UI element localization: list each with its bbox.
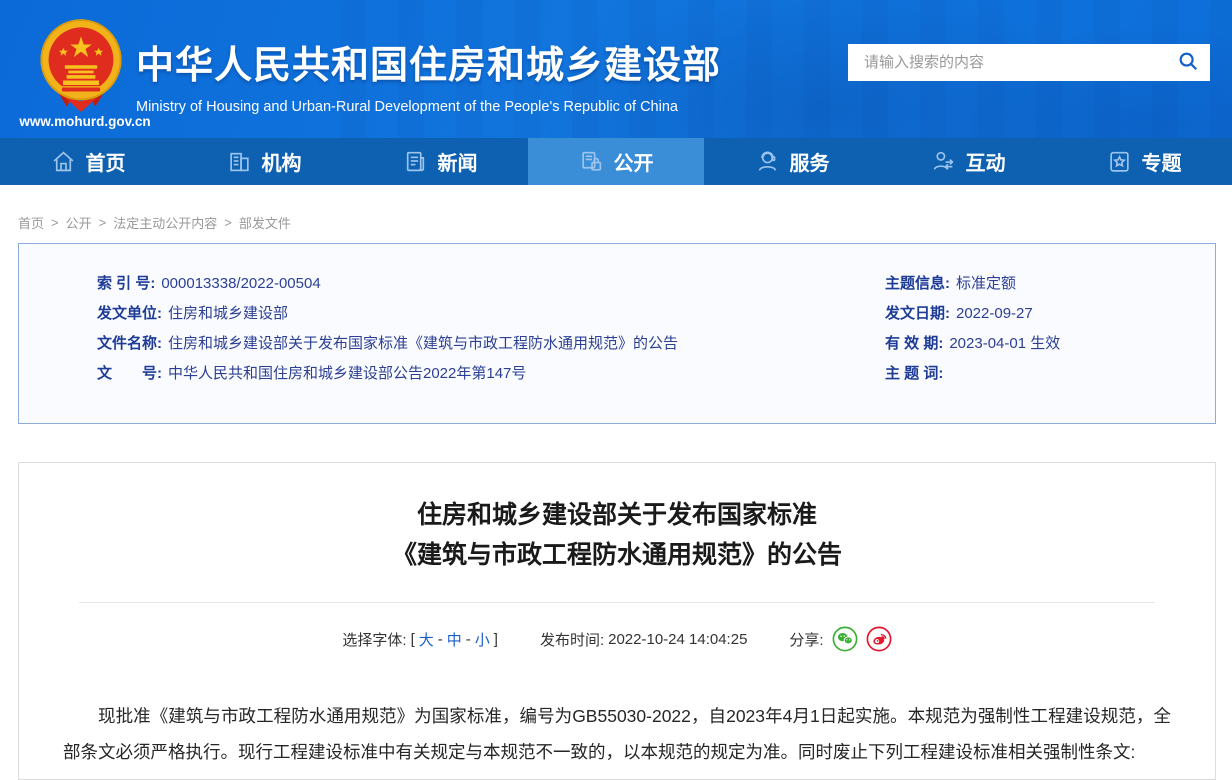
wechat-share-icon[interactable] <box>832 626 858 652</box>
breadcrumb-separator: > <box>224 215 232 230</box>
nav-label: 互动 <box>966 147 1006 176</box>
info-row-index-number: 索 引 号: 000013338/2022-00504 <box>97 269 885 299</box>
info-row-keywords: 主 题 词: <box>885 359 1215 389</box>
disclosure-icon <box>579 149 604 174</box>
weibo-share-icon[interactable] <box>866 626 892 652</box>
nav-item-topics[interactable]: 专题 <box>1056 138 1232 185</box>
info-value: 住房和城乡建设部 <box>168 299 288 329</box>
site-title: 中华人民共和国住房和城乡建设部 <box>136 34 721 89</box>
breadcrumb-separator: > <box>51 215 59 230</box>
site-subtitle-en: Ministry of Housing and Urban-Rural Deve… <box>136 99 721 115</box>
search-box <box>848 44 1210 81</box>
info-value: 2022-09-27 <box>956 299 1033 329</box>
info-value: 标准定额 <box>956 269 1016 299</box>
info-label: 主 题 词: <box>885 359 943 389</box>
article-title-line1: 住房和城乡建设部关于发布国家标准 <box>19 495 1215 535</box>
service-agent-icon <box>755 149 780 174</box>
info-row-issue-date: 发文日期: 2022-09-27 <box>885 299 1215 329</box>
interaction-icon <box>931 149 956 174</box>
info-row-document-title: 文件名称: 住房和城乡建设部关于发布国家标准《建筑与市政工程防水通用规范》的公告 <box>97 329 885 359</box>
nav-label: 公开 <box>614 147 654 176</box>
breadcrumb-statutory-content[interactable]: 法定主动公开内容 <box>113 213 217 232</box>
home-icon <box>51 149 76 174</box>
share-label: 分享: <box>789 629 823 650</box>
nav-label: 新闻 <box>438 147 478 176</box>
breadcrumb-disclosure[interactable]: 公开 <box>66 213 92 232</box>
dash: - <box>438 631 443 648</box>
building-icon <box>227 149 252 174</box>
info-label: 文 号: <box>97 359 162 389</box>
article-body-paragraph: 现批准《建筑与市政工程防水通用规范》为国家标准，编号为GB55030-2022，… <box>63 698 1171 770</box>
info-label: 主题信息: <box>885 269 950 299</box>
breadcrumb-current-page: 部发文件 <box>239 213 291 232</box>
article-panel: 住房和城乡建设部关于发布国家标准 《建筑与市政工程防水通用规范》的公告 选择字体… <box>18 462 1216 780</box>
font-select-label: 选择字体: <box>342 629 406 650</box>
search-button[interactable] <box>1166 44 1210 81</box>
info-row-effective-date: 有 效 期: 2023-04-01 生效 <box>885 329 1215 359</box>
star-badge-icon <box>1107 149 1132 174</box>
publish-time-label: 发布时间: <box>540 629 604 650</box>
font-size-small-link[interactable]: 小 <box>475 629 490 650</box>
info-label: 有 效 期: <box>885 329 943 359</box>
font-size-large-link[interactable]: 大 <box>419 629 434 650</box>
breadcrumb: 首页 > 公开 > 法定主动公开内容 > 部发文件 <box>0 185 1232 243</box>
bracket: ] <box>494 631 498 648</box>
publish-time-value: 2022-10-24 14:04:25 <box>608 631 747 648</box>
nav-item-interaction[interactable]: 互动 <box>880 138 1056 185</box>
info-value: 中华人民共和国住房和城乡建设部公告2022年第147号 <box>168 359 526 389</box>
site-header: www.mohurd.gov.cn 中华人民共和国住房和城乡建设部 Minist… <box>0 0 1232 138</box>
title-divider <box>79 602 1155 603</box>
article-meta-row: 选择字体: [ 大 - 中 - 小 ] 发布时间: 2022-10-24 14:… <box>19 626 1215 652</box>
news-icon <box>403 149 428 174</box>
nav-item-disclosure[interactable]: 公开 <box>528 138 704 185</box>
search-input[interactable] <box>848 44 1166 81</box>
info-value: 000013338/2022-00504 <box>161 269 320 299</box>
breadcrumb-home[interactable]: 首页 <box>18 213 44 232</box>
nav-item-org[interactable]: 机构 <box>176 138 352 185</box>
article-title-line2: 《建筑与市政工程防水通用规范》的公告 <box>19 535 1215 575</box>
nav-item-services[interactable]: 服务 <box>704 138 880 185</box>
nav-label: 机构 <box>262 147 302 176</box>
main-navigation: 首页 机构 新闻 公开 <box>0 138 1232 185</box>
info-row-topic-info: 主题信息: 标准定额 <box>885 269 1215 299</box>
document-info-panel: 索 引 号: 000013338/2022-00504 发文单位: 住房和城乡建… <box>18 243 1216 424</box>
site-url: www.mohurd.gov.cn <box>10 114 160 129</box>
nav-label: 服务 <box>790 147 830 176</box>
info-value: 住房和城乡建设部关于发布国家标准《建筑与市政工程防水通用规范》的公告 <box>168 329 678 359</box>
font-size-medium-link[interactable]: 中 <box>447 629 462 650</box>
nav-label: 专题 <box>1142 147 1182 176</box>
info-row-issuing-unit: 发文单位: 住房和城乡建设部 <box>97 299 885 329</box>
info-label: 文件名称: <box>97 329 162 359</box>
search-icon <box>1177 50 1199 75</box>
article-title: 住房和城乡建设部关于发布国家标准 《建筑与市政工程防水通用规范》的公告 <box>19 495 1215 575</box>
nav-item-home[interactable]: 首页 <box>0 138 176 185</box>
info-row-document-number: 文 号: 中华人民共和国住房和城乡建设部公告2022年第147号 <box>97 359 885 389</box>
info-label: 索 引 号: <box>97 269 155 299</box>
nav-item-news[interactable]: 新闻 <box>352 138 528 185</box>
dash: - <box>466 631 471 648</box>
info-value: 2023-04-01 生效 <box>949 329 1060 359</box>
national-emblem-logo <box>36 18 126 116</box>
nav-label: 首页 <box>86 147 126 176</box>
info-label: 发文日期: <box>885 299 950 329</box>
info-label: 发文单位: <box>97 299 162 329</box>
bracket: [ <box>411 631 415 648</box>
breadcrumb-separator: > <box>99 215 107 230</box>
